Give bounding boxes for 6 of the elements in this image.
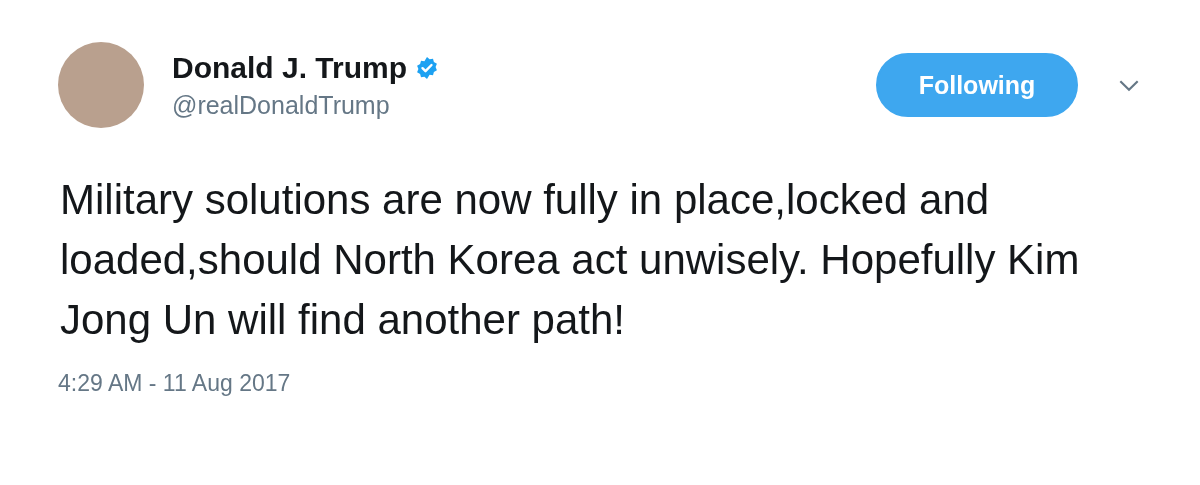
author-handle[interactable]: @realDonaldTrump: [172, 90, 390, 120]
author-name[interactable]: Donald J. Trump: [172, 50, 408, 85]
tweet-text: Military solutions are now fully in place,locked and loaded,should North Korea act unwisely. Hopefully Kim Jong Un will find another path!: [60, 175, 1081, 345]
following-button[interactable]: Following: [876, 53, 1078, 117]
tweet-timestamp[interactable]: 4:29 AM - 11 Aug 2017: [58, 370, 291, 397]
caret-icon[interactable]: [1118, 78, 1140, 92]
